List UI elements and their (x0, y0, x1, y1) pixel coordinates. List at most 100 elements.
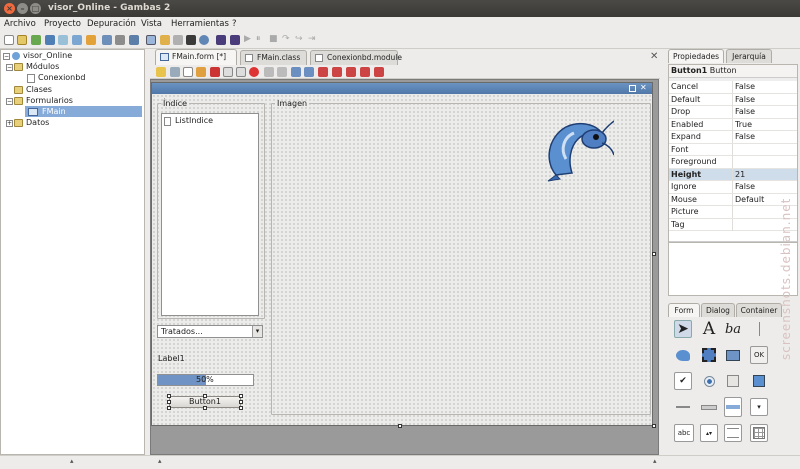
textlabel-tool-icon[interactable]: ba (724, 320, 742, 338)
splitter-arrow-icon[interactable]: ▴ (158, 457, 162, 465)
open-folder-icon[interactable] (17, 35, 27, 45)
checkbox-tool-icon[interactable]: ✔ (674, 372, 692, 390)
tab-container[interactable]: Container (736, 303, 782, 317)
close-window-icon[interactable]: × (4, 3, 15, 14)
step-over-icon[interactable] (230, 35, 240, 45)
menu-archivo[interactable]: Archivo (4, 17, 36, 32)
separator-tool-icon[interactable] (750, 320, 768, 338)
undo-icon[interactable] (264, 67, 274, 77)
pause-icon[interactable]: ⏸ (256, 34, 261, 44)
radiobutton-tool-icon[interactable] (700, 372, 718, 390)
tree-item-formularios[interactable]: Formularios (26, 95, 73, 106)
resize-handle[interactable] (167, 394, 171, 398)
resize-handle[interactable] (239, 406, 243, 410)
tab-conexionbd-module[interactable]: Conexionbd.module (310, 50, 402, 65)
picturebox-tool-icon[interactable] (674, 346, 692, 364)
collapse-modulos-icon[interactable]: − (6, 64, 13, 71)
button-tool-icon[interactable]: OK (750, 346, 768, 364)
movieBox-tool-icon[interactable] (700, 346, 718, 364)
resize-handle[interactable] (167, 400, 171, 404)
new-file-icon[interactable] (4, 35, 14, 45)
tab-dialog[interactable]: Dialog (701, 303, 735, 317)
property-value[interactable]: False (732, 93, 797, 106)
menu-proyecto[interactable]: Proyecto (44, 17, 81, 32)
resize-handle[interactable] (239, 394, 243, 398)
tab-fmain-class[interactable]: FMain.class (240, 50, 307, 65)
form-resize-handle[interactable] (652, 424, 656, 428)
property-row-default[interactable]: Default False (669, 93, 797, 106)
send-back-icon[interactable] (304, 67, 314, 77)
menu-help[interactable]: ? (232, 17, 237, 32)
tab-propiedades[interactable]: Propiedades (668, 49, 724, 63)
edit-icon[interactable] (160, 35, 170, 45)
slider-tool-icon[interactable] (674, 398, 692, 416)
list-indice[interactable]: ListIndice (161, 113, 259, 316)
search-icon[interactable] (199, 35, 209, 45)
resize-handle[interactable] (203, 406, 207, 410)
togglebutton-tool-icon[interactable] (724, 372, 742, 390)
step-icon[interactable]: ↷ (282, 34, 290, 44)
tree-item-modulos[interactable]: Módulos (26, 61, 59, 72)
collapse-root-icon[interactable]: − (3, 53, 10, 60)
redo-icon[interactable] (277, 67, 287, 77)
chevron-down-icon[interactable]: ▾ (252, 326, 262, 337)
return-icon[interactable]: ⇥ (308, 34, 316, 44)
textbox-tool-icon[interactable]: abc (674, 424, 694, 442)
expand-datos-icon[interactable]: + (6, 120, 13, 127)
menu-depuracion[interactable]: Depuración (87, 17, 136, 32)
menu-editor-icon[interactable] (156, 67, 166, 77)
reload-icon[interactable] (170, 67, 180, 77)
database-icon[interactable] (102, 35, 112, 45)
tree-item-fmain[interactable]: FMain (42, 106, 66, 117)
resize-handle[interactable] (203, 394, 207, 398)
tratados-combobox[interactable]: Tratados... ▾ (157, 325, 263, 338)
save-icon[interactable] (45, 35, 55, 45)
bring-front-icon[interactable] (291, 67, 301, 77)
property-row-cancel[interactable]: Cancel False (669, 81, 797, 94)
minimize-window-icon[interactable]: – (17, 3, 28, 14)
toolbutton-tool-icon[interactable] (750, 372, 768, 390)
textarea-tool-icon[interactable] (724, 424, 742, 442)
resize-handle[interactable] (239, 400, 243, 404)
form-resize-handle[interactable] (398, 424, 402, 428)
code-icon[interactable] (183, 67, 193, 77)
align-left-icon[interactable] (318, 67, 328, 77)
menu-herramientas[interactable]: Herramientas (171, 17, 229, 32)
splitter-arrow-icon[interactable]: ▴ (653, 457, 657, 465)
combobox-tool-icon[interactable]: ▾ (750, 398, 768, 416)
align-bottom-icon[interactable] (374, 67, 384, 77)
delete-icon[interactable] (249, 67, 259, 77)
forward-icon[interactable]: ↪ (295, 34, 303, 44)
copy-icon[interactable] (223, 67, 233, 77)
paste-icon[interactable] (236, 67, 246, 77)
align-top-icon[interactable] (360, 67, 370, 77)
properties-icon[interactable] (58, 35, 68, 45)
refresh-icon[interactable] (72, 35, 82, 45)
maximize-window-icon[interactable]: □ (30, 3, 41, 14)
wrench-icon[interactable] (86, 35, 96, 45)
lock-icon[interactable] (196, 67, 206, 77)
resize-handle[interactable] (167, 406, 171, 410)
scrollbar-tool-icon[interactable] (700, 398, 718, 416)
compile-icon[interactable] (31, 35, 41, 45)
spinbox-tool-icon[interactable]: ▴▾ (700, 424, 718, 442)
label-tool-icon[interactable]: A (700, 319, 718, 339)
grid-tool-icon[interactable] (750, 424, 768, 442)
tools-icon[interactable] (173, 35, 183, 45)
align-right-icon[interactable] (346, 67, 356, 77)
panel-tool-icon[interactable] (724, 346, 742, 364)
tab-form[interactable]: Form (668, 303, 700, 317)
menu-vista[interactable]: Vista (141, 17, 162, 32)
pointer-tool-icon[interactable]: ➤ (674, 320, 692, 338)
form-view-icon[interactable] (146, 35, 156, 45)
package-icon[interactable] (115, 35, 125, 45)
tree-root[interactable]: visor_Online (23, 50, 72, 61)
property-value[interactable]: False (732, 81, 797, 93)
listbox-tool-icon[interactable] (724, 397, 742, 417)
splitter-arrow-icon[interactable]: ▴ (70, 457, 74, 465)
align-center-icon[interactable] (332, 67, 342, 77)
collapse-formularios-icon[interactable]: − (6, 98, 13, 105)
run-icon[interactable]: ▶ (244, 34, 251, 44)
tree-item-conexionbd[interactable]: Conexionbd (38, 72, 85, 83)
install-icon[interactable] (129, 35, 139, 45)
